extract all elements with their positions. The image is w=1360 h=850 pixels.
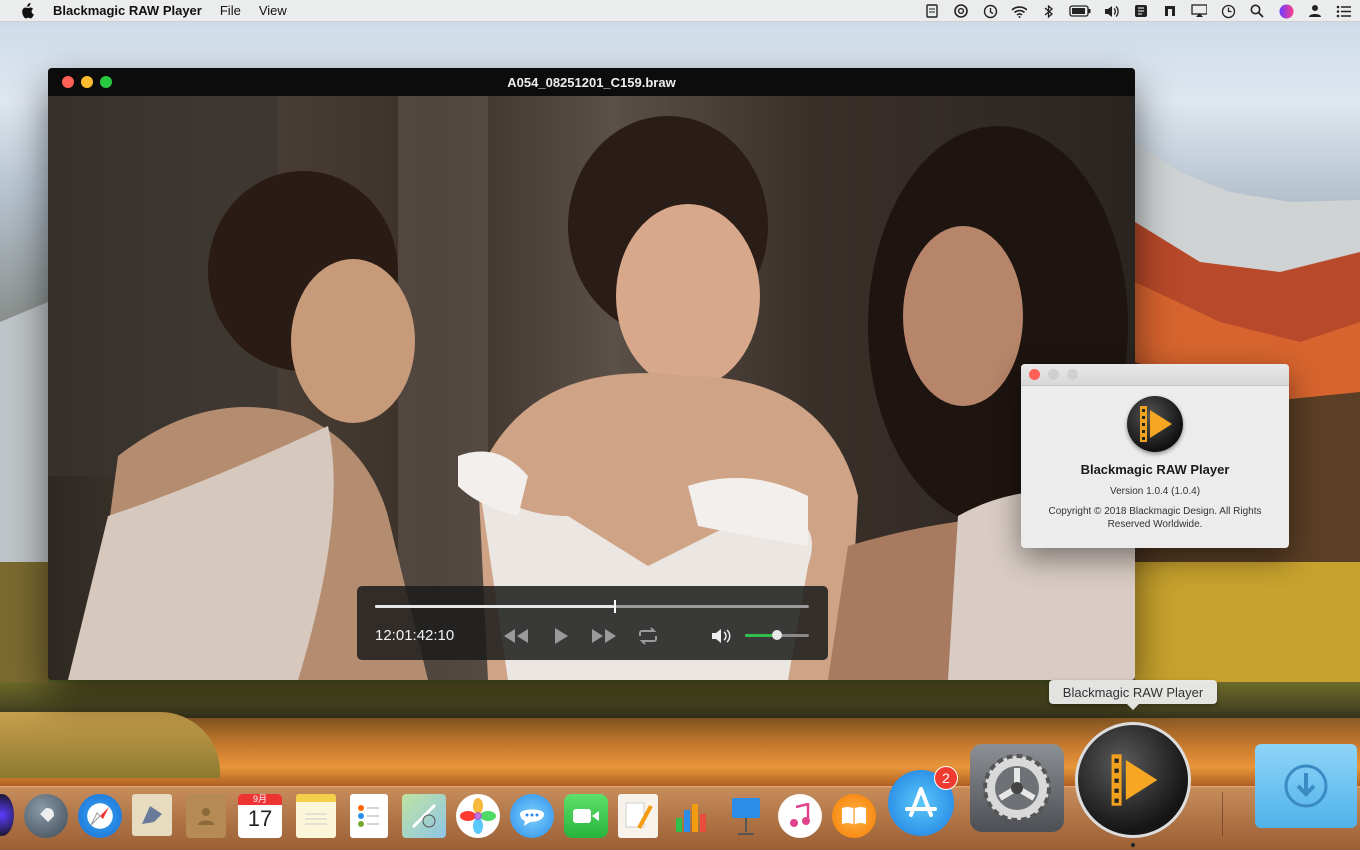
app-store-badge: 2 (934, 766, 958, 790)
mute-button[interactable] (709, 626, 735, 646)
volume-knob[interactable] (772, 630, 782, 640)
about-app-name: Blackmagic RAW Player (1080, 462, 1230, 477)
marsh (0, 712, 220, 778)
scrub-bar[interactable] (375, 600, 809, 613)
facetime-icon[interactable] (564, 794, 608, 838)
menu-file[interactable]: File (220, 3, 241, 18)
launchpad-icon[interactable] (24, 794, 68, 838)
about-zoom-button (1067, 369, 1078, 380)
user-icon[interactable] (1307, 3, 1323, 19)
dock-separator (1222, 792, 1223, 836)
minimize-button[interactable] (81, 76, 93, 88)
about-window: Blackmagic RAW Player Version 1.0.4 (1.0… (1021, 364, 1289, 548)
spotlight-icon[interactable] (1249, 3, 1265, 19)
clock-icon[interactable] (1220, 3, 1236, 19)
about-titlebar[interactable] (1021, 364, 1289, 386)
volume-icon[interactable] (1104, 3, 1120, 19)
rewind-icon (504, 629, 528, 643)
loop-button[interactable] (635, 626, 661, 646)
notes-icon[interactable] (296, 794, 336, 838)
rewind-button[interactable] (503, 626, 529, 646)
play-icon (555, 628, 568, 644)
itunes-icon[interactable] (778, 794, 822, 838)
ibooks-icon[interactable] (832, 794, 876, 838)
calendar-day: 17 (247, 806, 273, 831)
calendar-icon[interactable]: 9月 17 (238, 794, 282, 838)
about-copyright: Copyright © 2018 Blackmagic Design. All … (1048, 506, 1262, 530)
wifi-icon[interactable] (1011, 3, 1027, 19)
time-machine-icon[interactable] (982, 3, 998, 19)
apple-menu-icon[interactable] (18, 2, 36, 20)
blackmagic-raw-player-dock-icon[interactable] (1075, 722, 1191, 838)
airplay-icon[interactable] (1191, 3, 1207, 19)
play-button[interactable] (548, 626, 574, 646)
photos-icon[interactable] (456, 794, 500, 838)
transport-controls: 12:01:42:10 (357, 586, 828, 660)
about-version: Version 1.0.4 (1.0.4) (1109, 486, 1201, 497)
app-logo-icon (1127, 396, 1183, 452)
downloads-folder-icon[interactable] (1255, 744, 1357, 828)
about-close-button[interactable] (1029, 369, 1040, 380)
reminders-icon[interactable] (350, 794, 388, 838)
mail-icon[interactable] (132, 794, 172, 836)
dock-tooltip: Blackmagic RAW Player (1049, 680, 1217, 710)
battery-icon (1069, 3, 1091, 19)
loop-icon (639, 627, 657, 645)
running-indicator (1131, 843, 1135, 847)
menu-bar: Blackmagic RAW Player File View (0, 0, 1360, 22)
status-area (911, 0, 1352, 22)
fast-forward-icon (592, 629, 616, 643)
close-button[interactable] (62, 76, 74, 88)
playhead[interactable] (613, 600, 616, 613)
app-status-icon[interactable] (1133, 3, 1149, 19)
pages-icon[interactable] (618, 794, 658, 838)
siri-icon[interactable] (1278, 3, 1294, 19)
system-preferences-icon[interactable] (970, 744, 1064, 832)
safari-icon[interactable] (78, 794, 122, 838)
player-window: A054_08251201_C159.braw 12:01:42:10 (48, 68, 1135, 680)
bluetooth-icon[interactable] (1040, 3, 1056, 19)
notification-center-icon[interactable] (1336, 3, 1352, 19)
player-titlebar[interactable]: A054_08251201_C159.braw (48, 68, 1135, 96)
menu-view[interactable]: View (259, 3, 287, 18)
volume-slider[interactable] (745, 630, 809, 640)
maps-icon[interactable] (402, 794, 446, 838)
fast-forward-button[interactable] (591, 626, 617, 646)
app-menu[interactable]: Blackmagic RAW Player (53, 3, 202, 18)
player-title: A054_08251201_C159.braw (507, 74, 676, 90)
messages-icon[interactable] (510, 794, 554, 838)
scrub-played (375, 605, 614, 608)
zoom-button[interactable] (100, 76, 112, 88)
timecode: 12:01:42:10 (375, 627, 455, 644)
numbers-icon[interactable] (670, 794, 714, 838)
tile-icon[interactable] (1162, 3, 1178, 19)
about-minimize-button (1048, 369, 1059, 380)
keynote-icon[interactable] (726, 794, 766, 838)
calendar-month: 9月 (238, 794, 282, 805)
circle-info-icon[interactable] (953, 3, 969, 19)
app-store-icon[interactable]: 2 (888, 766, 958, 836)
clipboard-icon[interactable] (924, 3, 940, 19)
speaker-icon (712, 629, 731, 643)
contacts-icon[interactable] (186, 794, 226, 838)
